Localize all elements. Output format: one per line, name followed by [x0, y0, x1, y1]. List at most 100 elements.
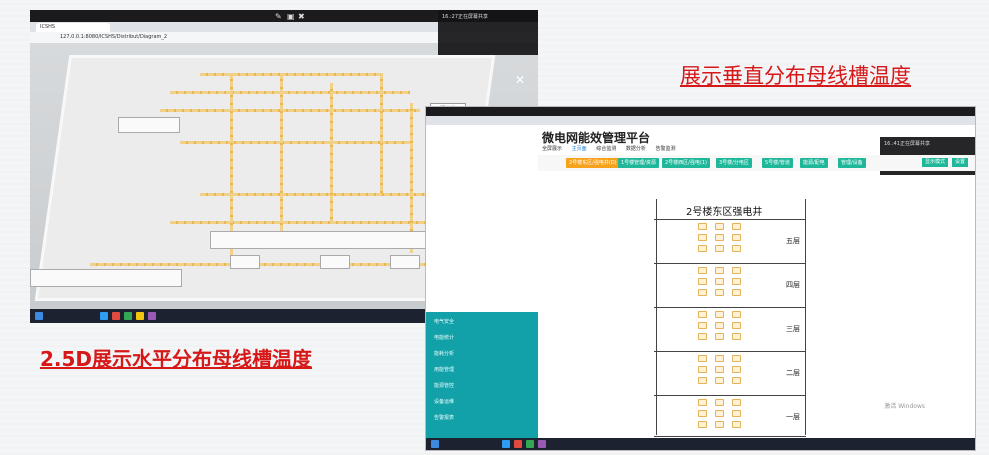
temperature-sensor[interactable]	[715, 377, 725, 384]
temperature-sensor[interactable]	[698, 289, 708, 296]
sidebar-item[interactable]: 设备运维	[434, 398, 454, 405]
app-icon[interactable]	[514, 440, 522, 448]
temperature-sensor[interactable]	[698, 366, 708, 373]
temperature-sensor[interactable]	[715, 322, 725, 329]
temperature-sensor[interactable]	[715, 366, 725, 373]
floor-label: 一层	[786, 413, 800, 421]
cabinet-row	[210, 231, 432, 249]
floor-2[interactable]: 二层	[654, 351, 806, 396]
floor-3[interactable]: 三层	[654, 307, 806, 352]
temperature-sensor[interactable]	[698, 311, 708, 318]
windows-start-icon[interactable]	[35, 312, 43, 320]
floor-chip[interactable]: 5号楼/管道	[762, 158, 793, 168]
temperature-sensor[interactable]	[732, 399, 742, 406]
sidebar-item[interactable]: 电气安全	[434, 318, 454, 325]
temperature-sensor[interactable]	[715, 278, 725, 285]
temperature-sensor[interactable]	[715, 421, 725, 428]
temperature-sensor[interactable]	[698, 421, 708, 428]
temperature-sensor[interactable]	[732, 333, 742, 340]
nav-tab[interactable]: 告警监测	[655, 146, 675, 152]
temperature-sensor[interactable]	[715, 311, 725, 318]
sidebar-item[interactable]: 用能管理	[434, 366, 454, 373]
screen-icon[interactable]: ▣	[287, 12, 295, 21]
temperature-sensor[interactable]	[715, 333, 725, 340]
app-icon[interactable]	[112, 312, 120, 320]
app-icon[interactable]	[124, 312, 132, 320]
busbar-segment	[380, 73, 383, 193]
temperature-sensor[interactable]	[698, 267, 708, 274]
nav-tab[interactable]: 主页面	[572, 146, 587, 152]
close-icon[interactable]: ✖	[298, 12, 305, 21]
temperature-sensor[interactable]	[732, 355, 742, 362]
temperature-sensor[interactable]	[715, 410, 725, 417]
temperature-sensor[interactable]	[732, 267, 742, 274]
temperature-sensor[interactable]	[715, 245, 725, 252]
temperature-sensor[interactable]	[698, 355, 708, 362]
floor-5[interactable]: 五层	[654, 219, 806, 264]
edge-icon[interactable]	[502, 440, 510, 448]
floor-1[interactable]: 一层	[654, 395, 806, 437]
display-mode-button[interactable]: 显示模式	[922, 158, 949, 167]
top-toolbar	[426, 107, 975, 116]
screen-share-title: 16.:27正在屏幕共享	[442, 14, 488, 20]
busbar-segment	[170, 221, 450, 224]
settings-button[interactable]: 设置	[952, 158, 969, 167]
cabinet-row	[118, 117, 180, 133]
close-viewer-icon[interactable]: ✕	[515, 73, 525, 87]
temperature-sensor[interactable]	[732, 410, 742, 417]
busbar-segment	[170, 91, 410, 94]
floor-chip[interactable]: 管理/设备	[838, 158, 866, 168]
temperature-sensor[interactable]	[698, 333, 708, 340]
temperature-sensor[interactable]	[732, 289, 742, 296]
temperature-sensor[interactable]	[715, 399, 725, 406]
temperature-sensor[interactable]	[715, 223, 725, 230]
floor-4[interactable]: 四层	[654, 263, 806, 308]
temperature-sensor[interactable]	[732, 421, 742, 428]
floor-chip[interactable]: 2号楼西区/强电(1)	[662, 158, 710, 168]
app-icon[interactable]	[538, 440, 546, 448]
temperature-sensor[interactable]	[698, 278, 708, 285]
browser-tab[interactable]: ICSHS	[36, 23, 110, 32]
floor-chip[interactable]: 3号楼/分电区	[716, 158, 752, 168]
floor-toolbar: 2号楼东区/强电井(D) 1号楼管理/资源 2号楼西区/强电(1) 3号楼/分电…	[538, 155, 975, 171]
temperature-sensor[interactable]	[732, 278, 742, 285]
temperature-sensor[interactable]	[698, 245, 708, 252]
floor-label: 五层	[786, 237, 800, 245]
temperature-sensor[interactable]	[698, 399, 708, 406]
temperature-sensor[interactable]	[698, 223, 708, 230]
windows-watermark: 激活 Windows	[884, 403, 925, 410]
windows-start-icon[interactable]	[431, 440, 439, 448]
temperature-sensor[interactable]	[698, 322, 708, 329]
temperature-sensor[interactable]	[715, 267, 725, 274]
floor-label: 二层	[786, 369, 800, 377]
sidebar-item[interactable]: 电能统计	[434, 334, 454, 341]
temperature-sensor[interactable]	[732, 366, 742, 373]
temperature-sensor[interactable]	[715, 355, 725, 362]
temperature-sensor[interactable]	[732, 377, 742, 384]
temperature-sensor[interactable]	[715, 289, 725, 296]
app-icon[interactable]	[136, 312, 144, 320]
pen-icon[interactable]: ✎	[275, 12, 282, 21]
floor-chip[interactable]: 2号楼东区/强电井(D)	[566, 158, 620, 168]
floor-chip[interactable]: 能源/配电	[800, 158, 828, 168]
temperature-sensor[interactable]	[732, 245, 742, 252]
nav-tab[interactable]: 全屏展示	[542, 146, 562, 152]
edge-icon[interactable]	[100, 312, 108, 320]
sidebar-item[interactable]: 告警报表	[434, 414, 454, 421]
nav-tab[interactable]: 数据分析	[626, 146, 646, 152]
temperature-sensor[interactable]	[698, 234, 708, 241]
sidebar-item[interactable]: 能源管控	[434, 382, 454, 389]
temperature-sensor[interactable]	[732, 234, 742, 241]
sidebar-item[interactable]: 能耗分析	[434, 350, 454, 357]
url-text: 127.0.0.1:8080/ICSHS/Distribut/Diagram_2	[60, 34, 168, 40]
temperature-sensor[interactable]	[732, 322, 742, 329]
nav-tab[interactable]: 综合监测	[596, 146, 616, 152]
floor-chip[interactable]: 1号楼管理/资源	[618, 158, 659, 168]
temperature-sensor[interactable]	[698, 410, 708, 417]
app-icon[interactable]	[526, 440, 534, 448]
temperature-sensor[interactable]	[698, 377, 708, 384]
app-icon[interactable]	[148, 312, 156, 320]
temperature-sensor[interactable]	[732, 311, 742, 318]
temperature-sensor[interactable]	[715, 234, 725, 241]
temperature-sensor[interactable]	[732, 223, 742, 230]
